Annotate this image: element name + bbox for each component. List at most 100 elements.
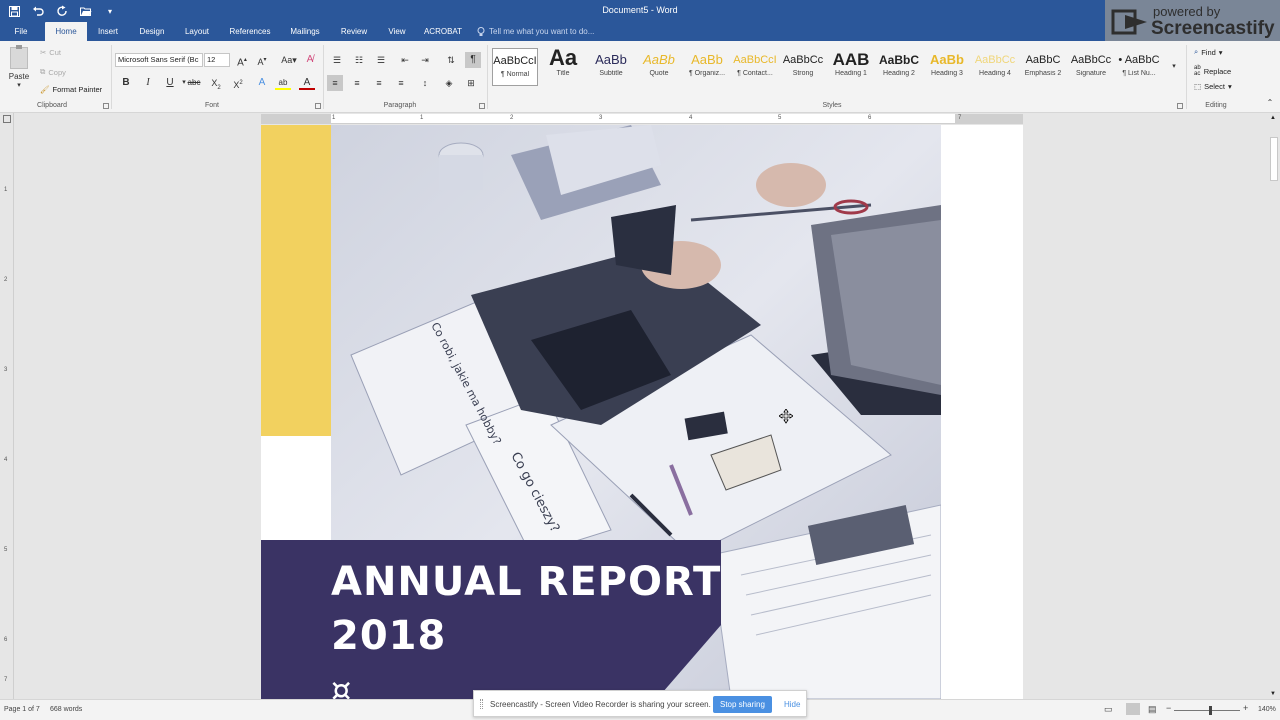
tab-view[interactable]: View (380, 22, 414, 41)
vertical-scrollbar[interactable]: ▲ ▼ (1268, 113, 1280, 699)
ribbon-tabs: File Home Insert Design Layout Reference… (0, 22, 1280, 41)
multilevel-list-icon[interactable]: ☰ (373, 52, 389, 68)
styles-launcher-icon[interactable] (1177, 103, 1183, 109)
zoom-in-icon[interactable]: + (1243, 703, 1248, 713)
hide-button[interactable]: Hide (784, 700, 800, 709)
copy-button[interactable]: ⧉ Copy (40, 67, 66, 77)
tab-selector-icon[interactable] (3, 115, 11, 123)
cut-button[interactable]: ✂ Cut (40, 48, 61, 57)
report-title-line-1: ANNUAL REPORT (331, 559, 722, 605)
tab-references[interactable]: References (223, 22, 277, 41)
group-divider (323, 45, 324, 109)
style-subtitle[interactable]: AaBb Subtitle (588, 48, 634, 86)
style-heading-4[interactable]: AaBbCc Heading 4 (972, 48, 1018, 86)
show-formatting-marks-icon[interactable]: ¶ (465, 52, 481, 68)
increase-indent-icon[interactable]: ⇥ (417, 52, 433, 68)
zoom-level[interactable]: 140% (1258, 706, 1276, 713)
bullets-icon[interactable]: ☰ (329, 52, 345, 68)
zoom-slider-thumb[interactable] (1209, 706, 1212, 715)
tab-insert[interactable]: Insert (88, 22, 128, 41)
highlight-icon[interactable]: ab (275, 75, 291, 91)
style-strong[interactable]: AaBbCc Strong (780, 48, 826, 86)
drag-handle-icon[interactable] (480, 699, 483, 709)
italic-icon[interactable]: I (140, 75, 156, 91)
shading-icon[interactable]: ◈ (441, 75, 457, 91)
read-mode-icon[interactable]: ▭ (1104, 704, 1113, 715)
decrease-indent-icon[interactable]: ⇤ (397, 52, 413, 68)
font-color-icon[interactable]: A (299, 75, 315, 91)
clipboard-launcher-icon[interactable] (103, 103, 109, 109)
replace-button[interactable]: ab ac Replace (1194, 65, 1231, 77)
style-name: ¶ Organiz... (688, 70, 726, 77)
bold-icon[interactable]: B (118, 75, 134, 91)
borders-icon[interactable]: ⊞ (463, 75, 479, 91)
grow-font-icon[interactable]: A▴ (234, 52, 250, 68)
tab-home[interactable]: Home (45, 22, 87, 41)
scroll-up-icon[interactable]: ▲ (1270, 115, 1276, 121)
strikethrough-icon[interactable]: abc (186, 75, 202, 91)
font-name-box[interactable]: Microsoft Sans Serif (Bc (115, 53, 203, 67)
web-layout-icon[interactable]: ▤ (1148, 704, 1157, 715)
align-left-icon[interactable]: ≡ (327, 75, 343, 91)
justify-icon[interactable]: ≡ (393, 75, 409, 91)
change-case-icon[interactable]: Aa▾ (278, 52, 300, 68)
format-painter-button[interactable]: 🖌 Format Painter (40, 85, 102, 94)
style-list-number[interactable]: • AaBbC ¶ List Nu... (1116, 48, 1162, 86)
chevron-down-icon: ▾ (1218, 47, 1223, 57)
line-spacing-icon[interactable]: ↕ (417, 75, 433, 91)
style-organization[interactable]: AaBb ¶ Organiz... (684, 48, 730, 86)
word-count[interactable]: 668 words (50, 706, 82, 713)
tab-mailings[interactable]: Mailings (283, 22, 327, 41)
style-heading-3[interactable]: AaBb Heading 3 (924, 48, 970, 86)
style-name: Heading 1 (835, 70, 867, 77)
tell-me-box[interactable]: Tell me what you want to do... (477, 22, 594, 41)
screen-share-bar: Screencastify - Screen Video Recorder is… (473, 690, 807, 717)
tab-review[interactable]: Review (334, 22, 374, 41)
styles-more-icon[interactable]: ▾ (1166, 59, 1182, 75)
collapse-ribbon-icon[interactable]: ⌃ (1262, 95, 1278, 111)
print-layout-icon[interactable] (1126, 703, 1140, 715)
style-sample: Aa (548, 48, 578, 70)
font-launcher-icon[interactable] (315, 103, 321, 109)
align-center-icon[interactable]: ≡ (349, 75, 365, 91)
text-effects-icon[interactable]: A (254, 75, 270, 91)
document-page[interactable]: Co robi, jakie ma hobby? Co go cieszy? A… (261, 125, 1023, 699)
select-button[interactable]: ⬚ Select ▾ (1194, 82, 1232, 91)
font-size-box[interactable]: 12 (204, 53, 230, 67)
watermark-brand: Screencastify (1151, 18, 1275, 39)
style-quote[interactable]: AaBb Quote (636, 48, 682, 86)
report-title[interactable]: ANNUAL REPORT 2018 ¤ (331, 555, 721, 699)
paste-button[interactable]: Paste ▾ (5, 45, 33, 93)
subscript-icon[interactable]: X2 (208, 75, 224, 91)
style-contact[interactable]: AaBbCcI ¶ Contact... (732, 48, 778, 86)
stop-sharing-button[interactable]: Stop sharing (713, 696, 772, 713)
align-right-icon[interactable]: ≡ (371, 75, 387, 91)
shrink-font-icon[interactable]: A▾ (254, 52, 270, 68)
scroll-down-icon[interactable]: ▼ (1270, 691, 1276, 697)
superscript-icon[interactable]: X2 (230, 75, 246, 91)
find-button[interactable]: ⌕ Find ▾ (1194, 47, 1223, 57)
tab-acrobat[interactable]: ACROBAT (420, 22, 466, 41)
style-name: Heading 2 (883, 70, 915, 77)
style-name: Title (556, 70, 570, 77)
scrollbar-thumb[interactable] (1270, 137, 1278, 181)
zoom-slider[interactable] (1174, 710, 1240, 711)
paragraph-launcher-icon[interactable] (479, 103, 485, 109)
sort-icon[interactable]: ⇅ (443, 52, 459, 68)
report-year: 2018 (331, 613, 447, 659)
vruler-mark: 4 (4, 457, 8, 463)
style-sample: AaBbC (1025, 54, 1061, 66)
tab-layout[interactable]: Layout (176, 22, 218, 41)
style-title[interactable]: Aa Title (540, 48, 586, 86)
style-signature[interactable]: AaBbCc Signature (1068, 48, 1114, 86)
zoom-out-icon[interactable]: − (1166, 703, 1171, 713)
style-emphasis-2[interactable]: AaBbC Emphasis 2 (1020, 48, 1066, 86)
clear-formatting-icon[interactable]: A̸ (302, 52, 318, 68)
numbering-icon[interactable]: ☷ (351, 52, 367, 68)
style-normal[interactable]: AaBbCcI ¶ Normal (492, 48, 538, 86)
tab-design[interactable]: Design (131, 22, 173, 41)
style-heading-1[interactable]: AAB Heading 1 (828, 48, 874, 86)
page-count[interactable]: Page 1 of 7 (4, 706, 40, 713)
tab-file[interactable]: File (0, 22, 42, 41)
style-heading-2[interactable]: AaBbC Heading 2 (876, 48, 922, 86)
